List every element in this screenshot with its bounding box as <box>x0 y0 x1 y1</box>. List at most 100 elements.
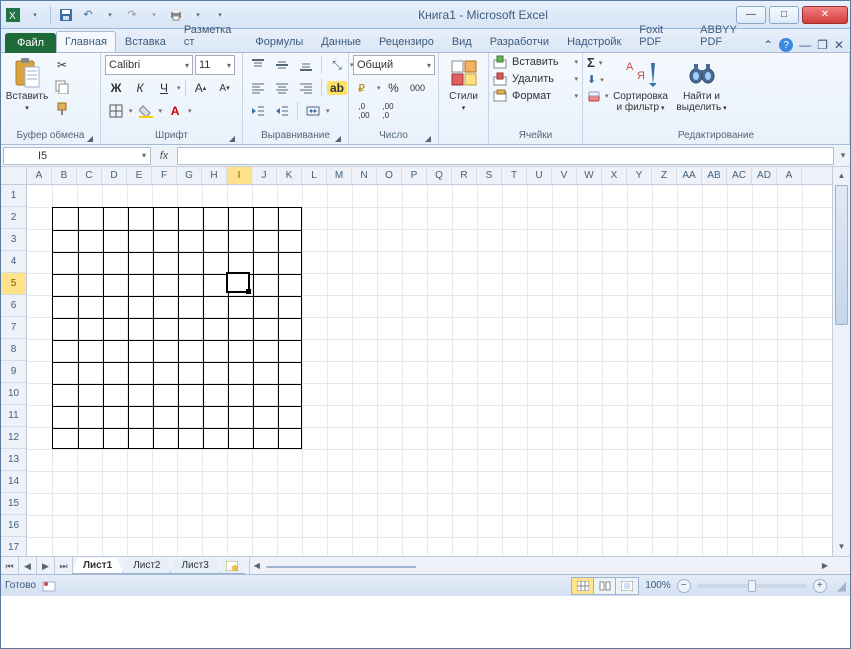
row-header[interactable]: 16 <box>1 515 26 537</box>
tab-addins[interactable]: Надстройк <box>558 31 630 52</box>
column-header[interactable]: Y <box>627 167 652 184</box>
align-middle-icon[interactable] <box>271 55 293 75</box>
cells-delete-button[interactable]: Удалить▾ <box>493 72 578 86</box>
number-format-select[interactable]: Общий▾ <box>353 55 435 75</box>
column-headers[interactable]: ABCDEFGHIJKLMNOPQRSTUVWXYZAAABACADA <box>27 167 832 185</box>
zoom-slider-knob[interactable] <box>748 580 756 592</box>
align-top-icon[interactable] <box>247 55 269 75</box>
column-header[interactable]: P <box>402 167 427 184</box>
column-header[interactable]: AD <box>752 167 777 184</box>
percent-icon[interactable]: % <box>383 78 405 98</box>
column-header[interactable]: K <box>277 167 302 184</box>
zoom-out-button[interactable]: − <box>677 579 691 593</box>
tab-insert[interactable]: Вставка <box>116 31 175 52</box>
maximize-button[interactable]: □ <box>769 6 799 24</box>
tab-foxit[interactable]: Foxit PDF <box>630 19 691 52</box>
align-right-icon[interactable] <box>295 78 317 98</box>
decrease-indent-icon[interactable] <box>247 101 269 121</box>
selected-cell[interactable] <box>226 272 250 293</box>
column-header[interactable]: F <box>152 167 177 184</box>
formula-bar-expand-icon[interactable]: ▾ <box>836 150 850 161</box>
column-header[interactable]: AB <box>702 167 727 184</box>
workbook-minimize-icon[interactable]: — <box>799 38 811 52</box>
column-header[interactable]: I <box>227 167 252 184</box>
view-normal-icon[interactable] <box>572 578 594 594</box>
vertical-scroll-thumb[interactable] <box>835 185 848 325</box>
paste-button[interactable]: Вставить▾ <box>5 55 49 114</box>
fx-icon[interactable]: fx <box>153 150 175 162</box>
undo-icon[interactable]: ↶ <box>80 7 96 23</box>
close-button[interactable]: ✕ <box>802 6 848 24</box>
horizontal-scroll-thumb[interactable] <box>266 566 416 568</box>
row-header[interactable]: 12 <box>1 427 26 449</box>
tab-data[interactable]: Данные <box>312 31 370 52</box>
column-header[interactable]: D <box>102 167 127 184</box>
row-header[interactable]: 7 <box>1 317 26 339</box>
row-header[interactable]: 9 <box>1 361 26 383</box>
alignment-launcher-icon[interactable]: ◢ <box>332 132 344 144</box>
help-icon[interactable]: ? <box>779 38 793 52</box>
find-select-button[interactable]: Найти и выделить ▾ <box>673 55 731 114</box>
redo-icon[interactable]: ↷ <box>124 7 140 23</box>
cells-insert-button[interactable]: Вставить▾ <box>493 55 578 69</box>
row-header[interactable]: 4 <box>1 251 26 273</box>
macro-record-icon[interactable] <box>42 579 56 593</box>
cells-format-button[interactable]: Формат▾ <box>493 89 578 103</box>
workbook-close-icon[interactable]: ✕ <box>834 38 844 52</box>
cells-area[interactable] <box>27 185 832 556</box>
column-header[interactable]: G <box>177 167 202 184</box>
column-header[interactable]: U <box>527 167 552 184</box>
tab-view[interactable]: Вид <box>443 31 481 52</box>
zoom-slider[interactable] <box>697 584 807 588</box>
font-name-select[interactable]: Calibri▾ <box>105 55 193 75</box>
row-header[interactable]: 2 <box>1 207 26 229</box>
row-header[interactable]: 10 <box>1 383 26 405</box>
align-center-icon[interactable] <box>271 78 293 98</box>
align-bottom-icon[interactable] <box>295 55 317 75</box>
column-header[interactable]: T <box>502 167 527 184</box>
sheet-tab-3[interactable]: Лист3 <box>170 558 219 574</box>
italic-button[interactable]: К <box>129 78 151 98</box>
clear-button[interactable]: ▾ <box>587 89 609 103</box>
column-header[interactable]: C <box>77 167 102 184</box>
sheet-nav-prev-icon[interactable]: ◀ <box>19 557 37 574</box>
column-header[interactable]: B <box>52 167 77 184</box>
sheet-tab-2[interactable]: Лист2 <box>122 558 171 574</box>
tab-abbyy[interactable]: ABBYY PDF <box>691 19 763 52</box>
column-header[interactable]: M <box>327 167 352 184</box>
clipboard-launcher-icon[interactable]: ◢ <box>84 132 96 144</box>
row-header[interactable]: 11 <box>1 405 26 427</box>
sheet-nav-first-icon[interactable]: ⏮ <box>1 557 19 574</box>
increase-decimal-icon[interactable]: ,0,00 <box>353 101 375 121</box>
sheet-nav-next-icon[interactable]: ▶ <box>37 557 55 574</box>
formula-bar[interactable] <box>177 147 834 165</box>
autosum-button[interactable]: Σ▾ <box>587 55 609 70</box>
row-header[interactable]: 8 <box>1 339 26 361</box>
fill-color-icon[interactable] <box>135 101 157 121</box>
qat-dropdown-icon[interactable]: ▾ <box>27 7 43 23</box>
column-header[interactable]: V <box>552 167 577 184</box>
row-header[interactable]: 15 <box>1 493 26 515</box>
minimize-ribbon-icon[interactable]: ⌃ <box>763 38 773 52</box>
redo-dropdown-icon[interactable]: ▾ <box>146 7 162 23</box>
increase-indent-icon[interactable] <box>271 101 293 121</box>
tab-formulas[interactable]: Формулы <box>246 31 312 52</box>
row-header[interactable]: 5 <box>1 273 26 295</box>
column-header[interactable]: W <box>577 167 602 184</box>
sort-filter-button[interactable]: АЯ Сортировка и фильтр ▾ <box>611 55 671 114</box>
orientation-icon[interactable]: ⤡ <box>326 55 348 75</box>
undo-dropdown-icon[interactable]: ▾ <box>102 7 118 23</box>
resize-grip-icon[interactable]: ◢ <box>837 579 846 593</box>
sheet-nav-last-icon[interactable]: ⏭ <box>55 557 73 574</box>
tab-review[interactable]: Рецензиро <box>370 31 443 52</box>
select-all-corner[interactable] <box>1 167 27 185</box>
column-header[interactable]: H <box>202 167 227 184</box>
tab-developer[interactable]: Разработчи <box>481 31 558 52</box>
borders-icon[interactable] <box>105 101 127 121</box>
column-header[interactable]: A <box>27 167 52 184</box>
row-header[interactable]: 13 <box>1 449 26 471</box>
tab-home[interactable]: Главная <box>56 31 116 52</box>
row-header[interactable]: 1 <box>1 185 26 207</box>
column-header[interactable]: E <box>127 167 152 184</box>
column-header[interactable]: N <box>352 167 377 184</box>
